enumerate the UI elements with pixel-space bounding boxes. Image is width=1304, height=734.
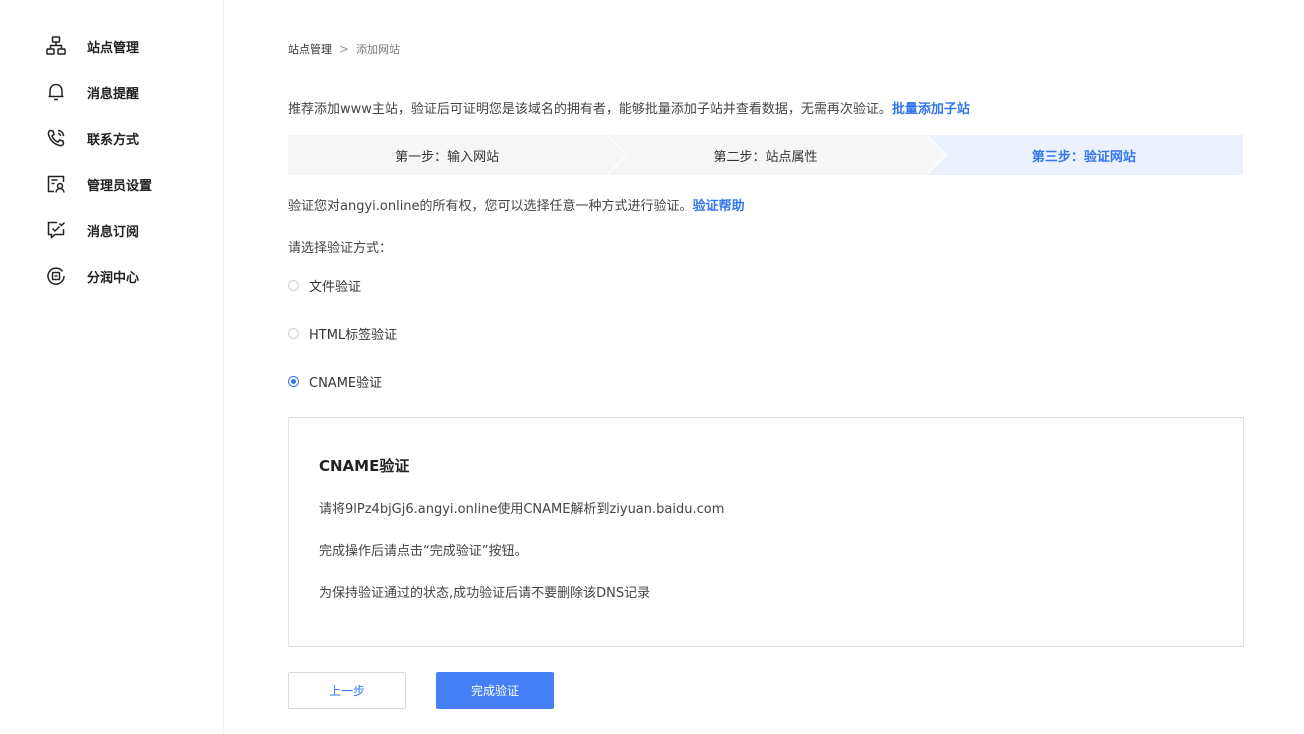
sidebar: 站点管理 消息提醒 联系方式 管理员设置 消息订阅 分润中心 (0, 0, 224, 734)
radio-file-verify[interactable]: 文件验证 (288, 276, 361, 295)
verify-intro: 验证您对angyi.online的所有权，您可以选择任意一种方式进行验证。验证帮… (288, 195, 745, 214)
bell-icon (44, 80, 68, 104)
cname-target-line: 请将9lPz4bjGj6.angyi.online使用CNAME解析到ziyua… (319, 502, 725, 517)
verify-intro-text: 验证您对angyi.online的所有权，您可以选择任意一种方式进行验证。 (288, 199, 693, 214)
sitemap-icon (44, 34, 68, 58)
sidebar-item-label: 消息提醒 (87, 86, 140, 102)
www-recommendation-tip: 推荐添加www主站，验证后可证明您是该域名的拥有者，能够批量添加子站并查看数据，… (288, 98, 970, 117)
choose-method-label: 请选择验证方式： (288, 241, 393, 256)
verify-help-link[interactable]: 验证帮助 (693, 199, 745, 214)
sidebar-item-subscriptions[interactable]: 消息订阅 (44, 218, 139, 242)
step-label: 第一步：输入网站 (395, 149, 500, 165)
step-2: 第二步：站点属性 (606, 135, 947, 175)
breadcrumb: 站点管理 > 添加网站 (288, 41, 400, 57)
batch-add-subsites-link[interactable]: 批量添加子站 (892, 102, 970, 117)
sidebar-item-label: 联系方式 (87, 132, 140, 148)
radio-cname-verify[interactable]: CNAME验证 (288, 372, 382, 391)
tip-text: 推荐添加www主站，验证后可证明您是该域名的拥有者，能够批量添加子站并查看数据，… (288, 102, 892, 117)
step-progress: 第一步：输入网站 第二步：站点属性 第三步：验证网站 (288, 135, 1243, 175)
radio-html-tag-verify[interactable]: HTML标签验证 (288, 324, 397, 343)
radio-button[interactable] (288, 280, 299, 291)
cname-instructions-panel: CNAME验证 请将9lPz4bjGj6.angyi.online使用CNAME… (288, 417, 1244, 647)
main-content: 站点管理 > 添加网站 推荐添加www主站，验证后可证明您是该域名的拥有者，能够… (288, 0, 1244, 734)
radio-label: 文件验证 (309, 280, 362, 295)
step-arrow (606, 135, 627, 175)
step-1: 第一步：输入网站 (288, 135, 629, 175)
keep-dns-record-line: 为保持验证通过的状态,成功验证后请不要删除该DNS记录 (319, 586, 651, 601)
sidebar-item-site-management[interactable]: 站点管理 (44, 34, 139, 58)
radio-label: HTML标签验证 (309, 328, 398, 343)
phone-icon (44, 126, 68, 150)
step-arrow (924, 135, 945, 175)
sidebar-item-contact[interactable]: 联系方式 (44, 126, 139, 150)
step-3: 第三步：验证网站 (924, 135, 1243, 175)
sidebar-item-label: 消息订阅 (87, 224, 140, 240)
panel-title: CNAME验证 (319, 457, 410, 475)
complete-instruction-line: 完成操作后请点击“完成验证”按钮。 (319, 544, 528, 559)
revenue-share-icon (44, 264, 68, 288)
sidebar-item-revenue-center[interactable]: 分润中心 (44, 264, 139, 288)
radio-button[interactable] (288, 328, 299, 339)
sidebar-item-notifications[interactable]: 消息提醒 (44, 80, 139, 104)
step-label: 第三步：验证网站 (1031, 149, 1136, 165)
admin-user-icon (44, 172, 68, 196)
step-label: 第二步：站点属性 (713, 149, 818, 165)
sidebar-item-label: 站点管理 (87, 40, 140, 56)
sidebar-item-label: 分润中心 (87, 270, 140, 286)
chevron-right-icon: > (339, 42, 350, 56)
previous-step-button[interactable]: 上一步 (288, 672, 406, 709)
radio-label: CNAME验证 (309, 376, 383, 391)
message-check-icon (44, 218, 68, 242)
radio-button-checked[interactable] (288, 376, 299, 387)
complete-verification-button[interactable]: 完成验证 (436, 672, 554, 709)
sidebar-item-admin-settings[interactable]: 管理员设置 (44, 172, 152, 196)
sidebar-item-label: 管理员设置 (87, 178, 153, 194)
breadcrumb-root[interactable]: 站点管理 (288, 41, 332, 57)
breadcrumb-current: 添加网站 (356, 43, 401, 56)
